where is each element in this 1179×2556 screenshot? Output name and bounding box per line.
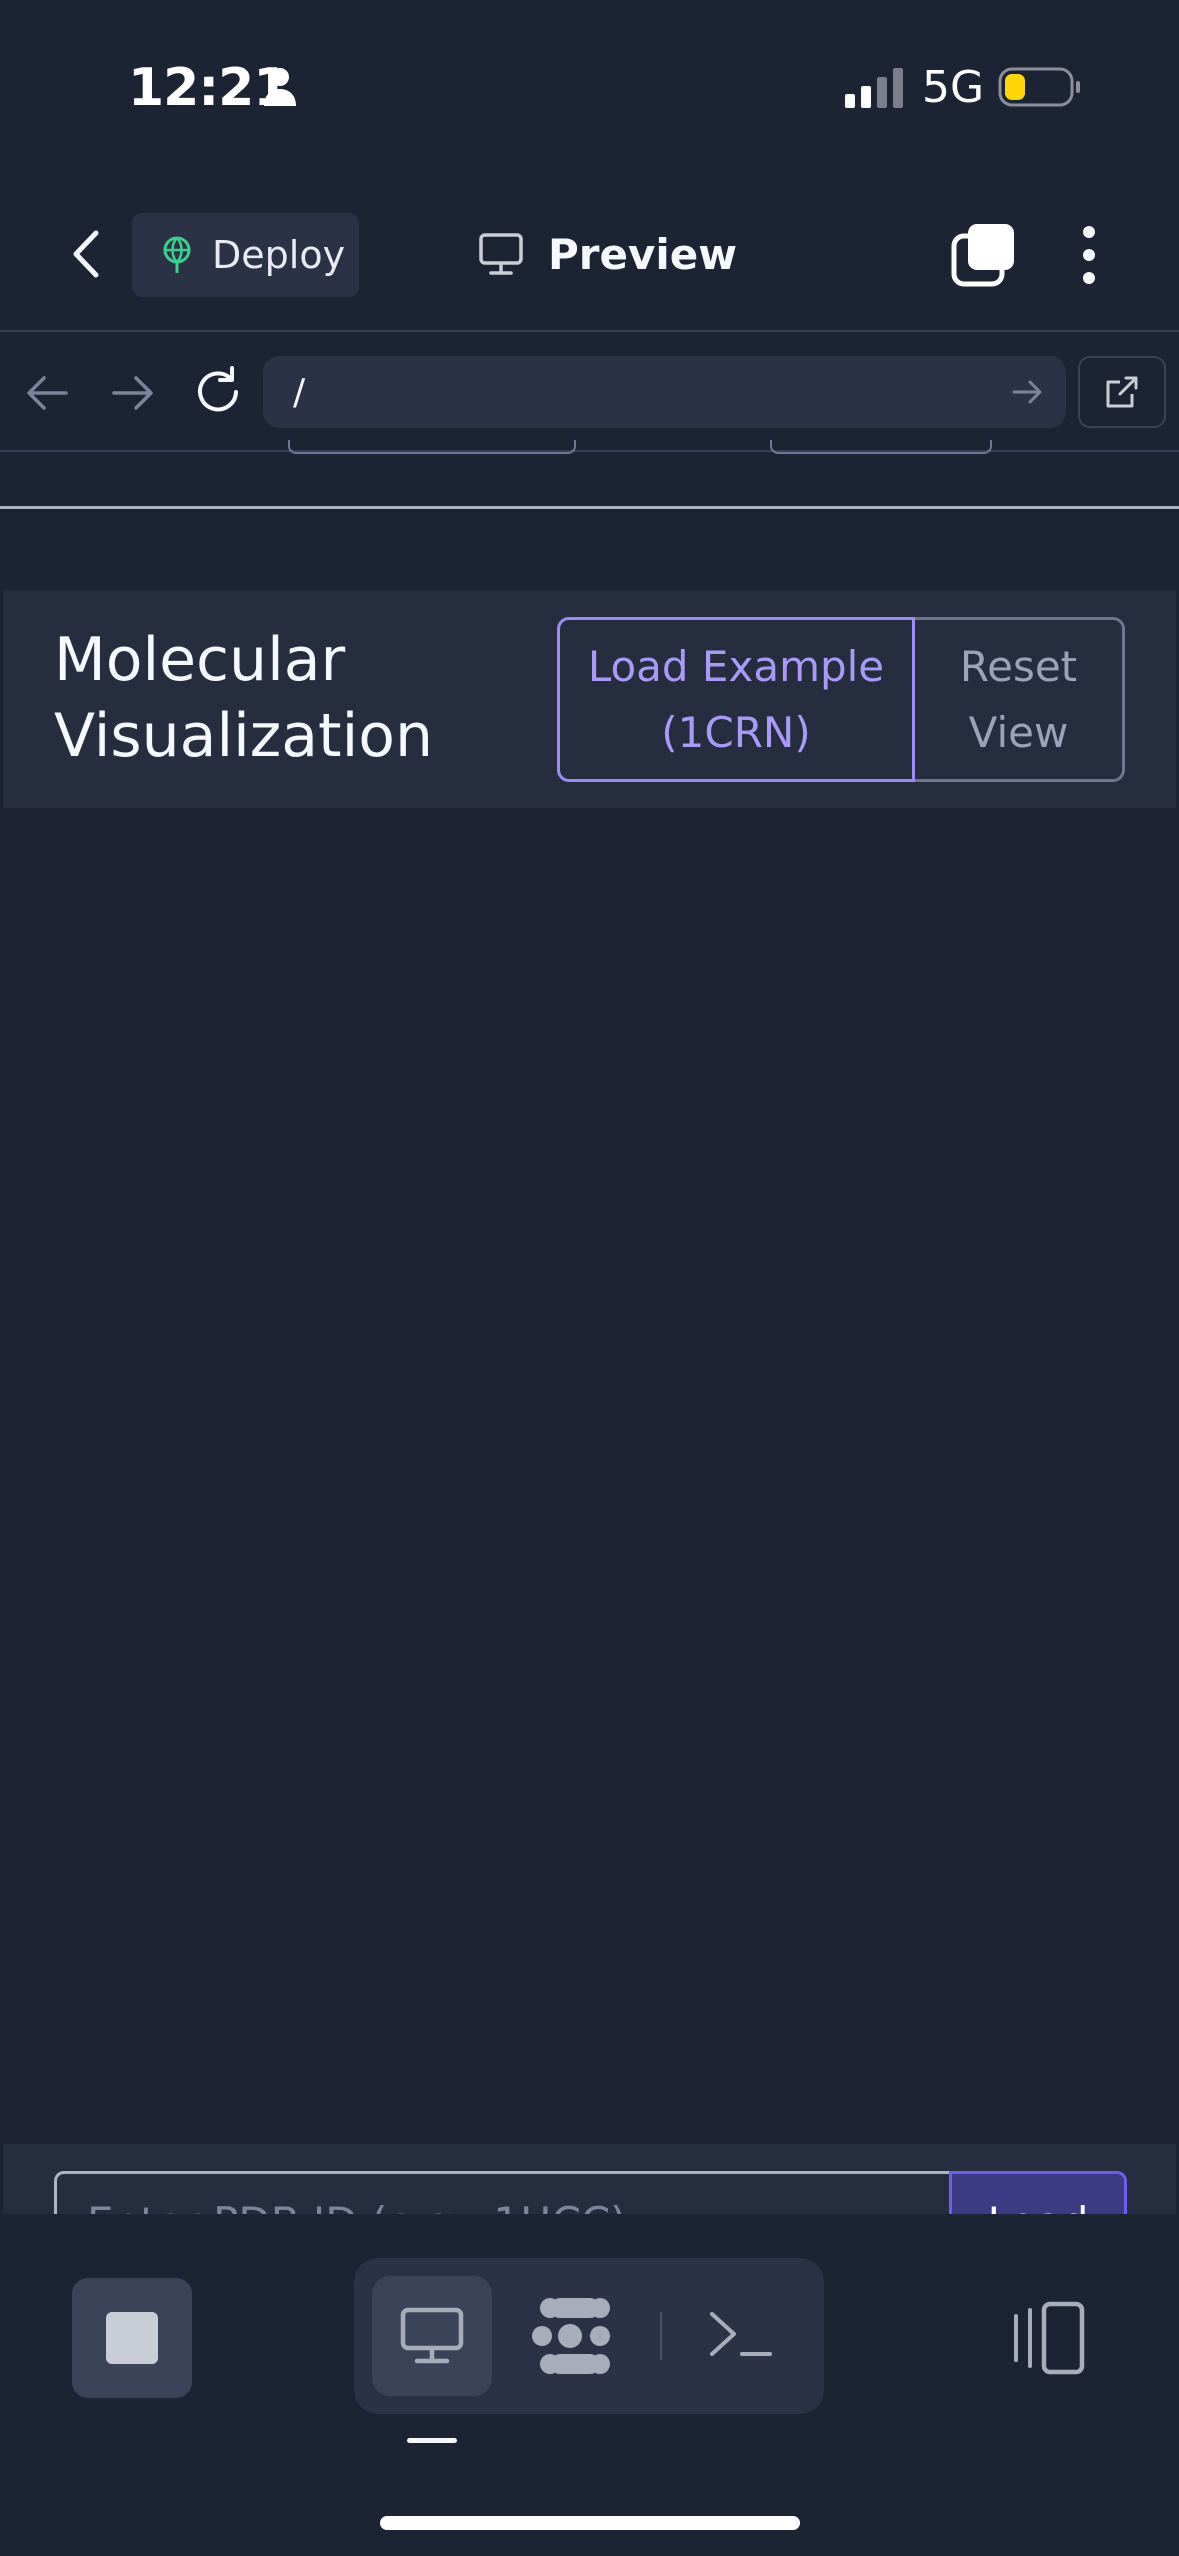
more-menu-button[interactable] xyxy=(1064,222,1114,288)
load-example-button[interactable]: Load Example (1CRN) xyxy=(557,617,915,782)
battery-icon xyxy=(998,67,1080,107)
signal-icon xyxy=(845,68,903,108)
tab-preview[interactable]: Preview xyxy=(478,222,737,286)
monitor-icon xyxy=(479,233,523,275)
deploy-label: Deploy xyxy=(212,233,346,277)
chevron-left-icon xyxy=(73,230,99,278)
arrow-right-icon[interactable] xyxy=(104,370,160,416)
tabs-icon[interactable] xyxy=(950,222,1016,288)
external-link-icon xyxy=(1106,376,1138,408)
globe-icon xyxy=(163,236,191,273)
url-text: / xyxy=(293,371,306,413)
arrow-right-icon[interactable] xyxy=(1010,376,1044,408)
molecular-title: Molecular Visualization xyxy=(54,625,433,771)
network-label: 5G xyxy=(922,62,985,113)
divider xyxy=(0,450,1179,452)
load-pdb-button[interactable]: Load xyxy=(949,2171,1127,2214)
arrow-left-icon[interactable] xyxy=(20,370,76,416)
url-input[interactable]: / xyxy=(263,356,1066,428)
partial-button[interactable] xyxy=(288,440,576,454)
separator xyxy=(660,2312,662,2360)
pdb-id-input[interactable]: Enter PDB ID (e.g., 1HCC) xyxy=(54,2171,952,2214)
back-button[interactable] xyxy=(58,222,114,286)
more-vertical-icon xyxy=(1083,226,1095,238)
partial-button[interactable] xyxy=(770,440,992,454)
home-indicator xyxy=(380,2516,800,2530)
monitor-icon xyxy=(400,2307,464,2364)
stop-icon xyxy=(106,2312,158,2364)
section-divider xyxy=(0,506,1179,509)
viewer-button-group: Load Example (1CRN) Reset View xyxy=(557,617,1125,782)
deploy-button[interactable]: Deploy xyxy=(132,213,359,297)
pdb-input-row: Enter PDB ID (e.g., 1HCC) Load xyxy=(3,2144,1176,2214)
open-external-button[interactable] xyxy=(1078,356,1166,428)
reset-view-button[interactable]: Reset View xyxy=(915,617,1125,782)
preview-label: Preview xyxy=(548,229,738,279)
panel-icon[interactable] xyxy=(1008,2300,1088,2376)
terminal-icon[interactable] xyxy=(706,2302,776,2366)
stop-button[interactable] xyxy=(72,2278,192,2398)
reload-icon[interactable] xyxy=(190,364,246,420)
molecule-viewer-canvas[interactable] xyxy=(3,808,1176,2144)
preview-view-button[interactable] xyxy=(372,2276,492,2396)
agent-icon[interactable] xyxy=(530,2296,620,2376)
active-indicator xyxy=(407,2438,457,2443)
divider xyxy=(0,330,1179,332)
person-icon xyxy=(264,68,296,106)
